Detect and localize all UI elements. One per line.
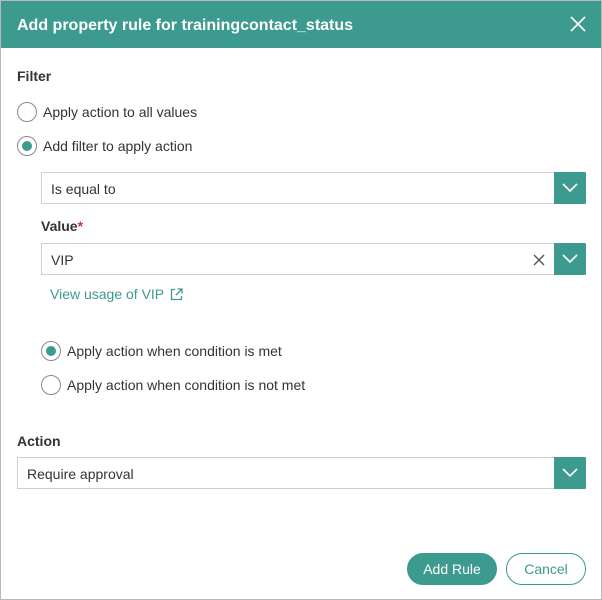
clear-icon[interactable] <box>531 252 547 268</box>
radio-label: Apply action to all values <box>43 104 198 120</box>
add-property-rule-dialog: Add property rule for trainingcontact_st… <box>0 0 602 600</box>
add-rule-button[interactable]: Add Rule <box>407 553 497 585</box>
chevron-down-icon[interactable] <box>554 243 586 275</box>
radio-label: Apply action when condition is met <box>67 343 282 359</box>
dialog-title: Add property rule for trainingcontact_st… <box>17 17 354 34</box>
radio-label: Add filter to apply action <box>43 138 193 154</box>
radio-condition-met[interactable]: Apply action when condition is met <box>41 340 282 362</box>
action-label: Action <box>17 433 61 449</box>
radio-label: Apply action when condition is not met <box>67 377 306 393</box>
value-selected: VIP <box>51 252 74 268</box>
radio-button-checked[interactable] <box>17 136 37 156</box>
chevron-down-icon[interactable] <box>554 172 586 204</box>
operator-selected-value: Is equal to <box>51 181 116 197</box>
value-select[interactable]: VIP <box>41 243 586 275</box>
radio-button[interactable] <box>17 102 37 122</box>
required-mark: * <box>77 218 84 234</box>
dialog-header: Add property rule for trainingcontact_st… <box>1 1 601 48</box>
operator-select[interactable]: Is equal to <box>41 172 586 204</box>
value-label-text: Value <box>41 218 78 234</box>
chevron-down-icon[interactable] <box>554 457 586 489</box>
filter-label: Filter <box>17 68 52 84</box>
cancel-button[interactable]: Cancel <box>506 553 586 585</box>
radio-button-checked[interactable] <box>41 341 61 361</box>
close-icon[interactable] <box>567 13 589 35</box>
radio-button[interactable] <box>41 375 61 395</box>
radio-condition-not-met[interactable]: Apply action when condition is not met <box>41 374 305 396</box>
radio-add-filter[interactable]: Add filter to apply action <box>17 135 192 157</box>
view-usage-link-text: View usage of VIP <box>50 286 165 302</box>
value-label: Value* <box>41 217 83 235</box>
external-link-icon <box>170 287 183 301</box>
action-select[interactable]: Require approval <box>17 457 586 489</box>
action-selected-value: Require approval <box>27 466 134 482</box>
view-usage-link[interactable]: View usage of VIP <box>50 286 183 302</box>
radio-apply-all-values[interactable]: Apply action to all values <box>17 101 197 123</box>
